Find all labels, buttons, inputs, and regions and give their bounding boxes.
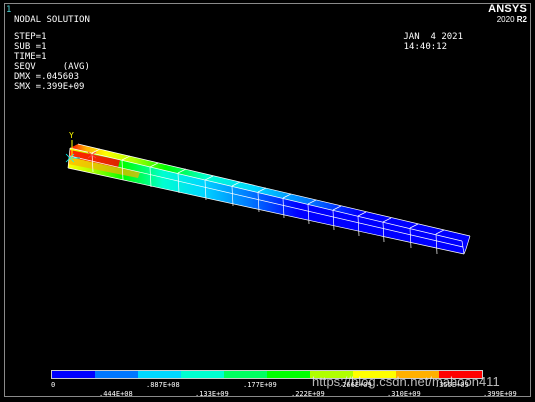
legend-band-2 — [138, 371, 181, 378]
axis-y-label: Y — [69, 131, 74, 140]
legend-label-2: .887E+08 — [146, 381, 180, 389]
legend-band-3 — [181, 371, 224, 378]
graphics-viewport[interactable]: 1 NODAL SOLUTION STEP=1 SUB =1 TIME=1 SE… — [0, 0, 535, 402]
beam-geometry — [68, 144, 470, 254]
beam-top-face — [70, 144, 470, 241]
legend-label-0: 0 — [51, 381, 56, 389]
legend-label-4: .177E+09 — [243, 381, 277, 389]
legend-label-9: .399E+09 — [483, 390, 517, 398]
legend-band-5 — [267, 371, 310, 378]
legend-band-1 — [95, 371, 138, 378]
legend-band-4 — [224, 371, 267, 378]
legend-label-5: .222E+09 — [291, 390, 325, 398]
beam-side-face — [68, 148, 464, 254]
legend-band-0 — [52, 371, 95, 378]
watermark-text: https://blog.csdn.net/mahoon411 — [312, 374, 500, 389]
beam-model[interactable]: Y — [0, 0, 535, 402]
legend-label-1: .444E+08 — [99, 390, 133, 398]
legend-label-7: .310E+09 — [387, 390, 421, 398]
legend-label-3: .133E+09 — [195, 390, 229, 398]
